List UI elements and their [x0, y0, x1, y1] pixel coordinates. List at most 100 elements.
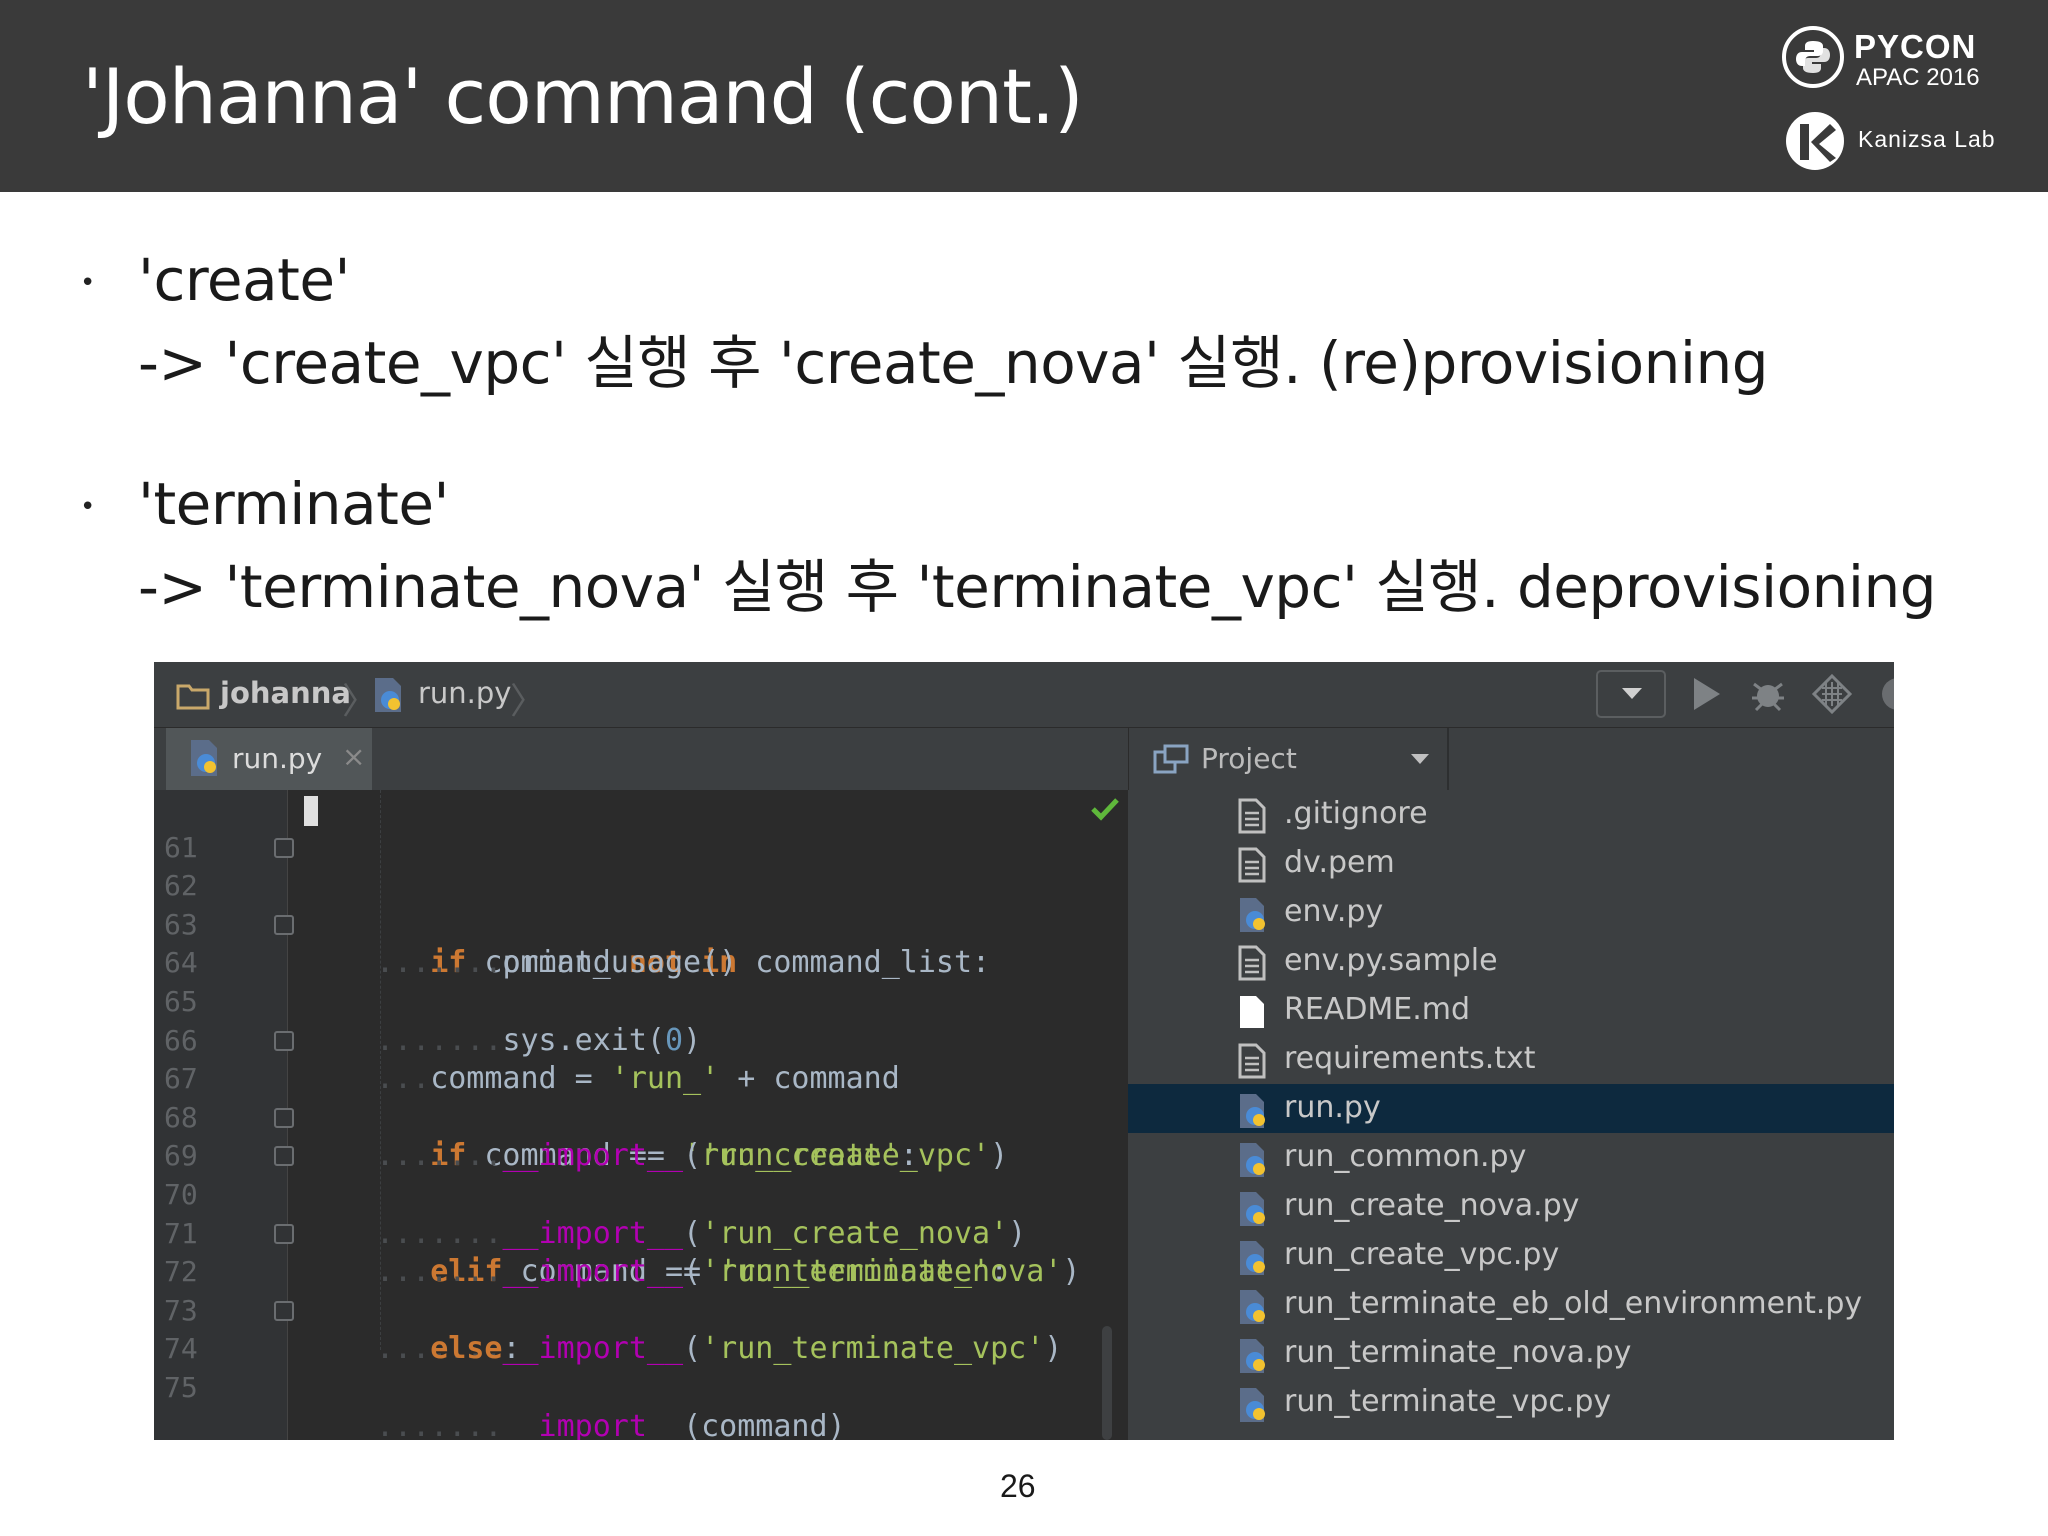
file-name: run.py [1284, 1090, 1381, 1125]
breadcrumb-file[interactable]: run.py [418, 676, 511, 710]
bullet-marker: • [80, 492, 96, 522]
code-line: 62 ...if command not in command_list: [154, 829, 1128, 980]
code-line: 66 ...command = 'run_' + command [154, 983, 1128, 1097]
fold-marker-icon[interactable] [274, 1146, 294, 1167]
chevron-down-icon [1411, 754, 1429, 764]
file-name: run_common.py [1284, 1139, 1527, 1174]
python-file-icon [1238, 1190, 1270, 1232]
fold-marker-icon[interactable] [274, 1223, 294, 1244]
file-tree-item[interactable]: dv.pem [1128, 839, 1894, 888]
python-file-icon [1238, 1386, 1270, 1428]
text-file-icon [1238, 847, 1266, 887]
project-icon [1153, 744, 1189, 778]
navigation-bar: johanna 〉 run.py 〉 [154, 662, 1894, 728]
pycon-logo: PYCON APAC 2016 [1782, 24, 1982, 94]
slide-title: 'Johanna' command (cont.) [82, 52, 1084, 141]
fold-marker-icon[interactable] [274, 1300, 294, 1321]
file-name: run_create_nova.py [1284, 1188, 1580, 1223]
text-file-icon [1238, 798, 1266, 838]
bullet-terminate-head: 'terminate' [138, 470, 449, 538]
file-tree-item[interactable]: .gitignore [1128, 790, 1894, 839]
breadcrumb-project[interactable]: johanna [220, 676, 351, 710]
code-line: 74 .......__import__(command) [154, 1292, 1128, 1440]
bullet-create-detail: -> 'create_vpc' 실행 후 'create_nova' 실행. (… [138, 329, 1769, 397]
project-label: Project [1201, 742, 1297, 775]
file-name: requirements.txt [1284, 1041, 1536, 1076]
code-line: 68 .......__import__('run_create_vpc') [154, 1060, 1128, 1174]
page-number: 26 [1000, 1468, 1036, 1504]
code-line: 73 ...else: [154, 1253, 1128, 1367]
code-editor[interactable]: 61 62 ...if command not in command_list:… [154, 790, 1128, 1440]
file-tree-item[interactable]: run_terminate_vpc.py [1128, 1378, 1894, 1427]
file-name: .gitignore [1284, 796, 1428, 831]
python-file-icon [1238, 896, 1270, 938]
kanizsa-icon [1786, 112, 1844, 170]
markdown-file-icon [1238, 994, 1266, 1034]
file-name: run_terminate_eb_old_environment.py [1284, 1286, 1863, 1321]
bullet-terminate-detail: -> 'terminate_nova' 실행 후 'terminate_vpc'… [138, 553, 1937, 621]
pycon-subtitle: APAC 2016 [1856, 64, 1980, 91]
file-tree-item[interactable]: run_terminate_eb_old_environment.py [1128, 1280, 1894, 1329]
project-file-tree: .gitignore dv.pem env.py env.py.sample READM… [1128, 790, 1894, 1440]
python-file-icon [1238, 1337, 1270, 1379]
code-line: 72 .......__import__('run_terminate_vpc'… [154, 1215, 1128, 1366]
code-line: 70 ...elif command == 'run_terminate': [154, 1137, 1128, 1289]
fold-marker-icon[interactable] [274, 914, 294, 935]
file-tree-item[interactable]: README.md [1128, 986, 1894, 1035]
file-tree-item[interactable]: env.py [1128, 888, 1894, 937]
tab-label: run.py [232, 742, 323, 775]
editor-tab-bar: run.py × [154, 728, 1128, 790]
code-line: 71 .......__import__('run_terminate_nova… [154, 1176, 1128, 1290]
file-tree-item[interactable]: run_create_vpc.py [1128, 1231, 1894, 1280]
python-logo-icon [1782, 26, 1844, 88]
code-line: 65 [154, 944, 1128, 1018]
code-line: 67 ...if command == 'run_create': [154, 1022, 1128, 1173]
pycon-name: PYCON [1854, 28, 1977, 65]
folder-icon [176, 682, 210, 714]
file-name: run_create_vpc.py [1284, 1237, 1560, 1272]
python-file-icon [372, 676, 406, 718]
python-file-icon [1238, 1239, 1270, 1281]
code-text: .......__import__(command) [376, 1408, 846, 1440]
file-tree-item[interactable]: requirements.txt [1128, 1035, 1894, 1084]
fold-marker-icon[interactable] [274, 1107, 294, 1128]
file-name: run_terminate_vpc.py [1284, 1384, 1612, 1419]
bullet-marker: • [80, 268, 96, 298]
run-config-dropdown[interactable] [1596, 670, 1666, 718]
python-file-icon [188, 738, 222, 782]
file-name: env.py.sample [1284, 943, 1498, 978]
code-line: 61 [154, 790, 1128, 864]
code-line: 75 [154, 1330, 1128, 1404]
profile-icon[interactable] [1880, 676, 1894, 716]
file-tree-item[interactable]: run_terminate_nova.py [1128, 1329, 1894, 1378]
text-file-icon [1238, 1043, 1266, 1083]
close-tab-icon[interactable]: × [342, 740, 365, 773]
code-line: 69 .......__import__('run_create_nova') [154, 1099, 1128, 1251]
file-name: env.py [1284, 894, 1384, 929]
project-panel-header: Project [1128, 728, 1894, 790]
run-icon[interactable] [1692, 676, 1722, 716]
file-tree-item[interactable]: run.py [1128, 1084, 1894, 1133]
coverage-icon[interactable] [1811, 673, 1853, 718]
kanizsa-name: Kanizsa Lab [1858, 126, 1996, 152]
debug-icon[interactable] [1748, 674, 1788, 718]
fold-marker-icon[interactable] [274, 1030, 294, 1051]
file-name: README.md [1284, 992, 1471, 1027]
file-tree-item[interactable]: run_common.py [1128, 1133, 1894, 1182]
editor-scrollbar[interactable] [1102, 1326, 1112, 1440]
file-tree-item[interactable]: env.py.sample [1128, 937, 1894, 986]
file-tree-item[interactable]: run_create_nova.py [1128, 1182, 1894, 1231]
project-view-selector[interactable]: Project [1129, 728, 1449, 790]
fold-marker-icon[interactable] [274, 837, 294, 858]
python-file-icon [1238, 1092, 1270, 1134]
file-name: dv.pem [1284, 845, 1395, 880]
breadcrumb-separator: 〉 [510, 681, 547, 722]
python-file-icon [1238, 1141, 1270, 1183]
line-number: 75 [164, 1370, 198, 1404]
slide-header: 'Johanna' command (cont.) PYCON APAC 201… [0, 0, 2048, 192]
tab-run-py[interactable]: run.py × [166, 728, 372, 790]
bullet-create-head: 'create' [138, 246, 351, 314]
file-name: run_terminate_nova.py [1284, 1335, 1632, 1370]
dropdown-icon [1622, 688, 1642, 699]
code-line: 64 .......sys.exit(0) [154, 906, 1128, 1058]
